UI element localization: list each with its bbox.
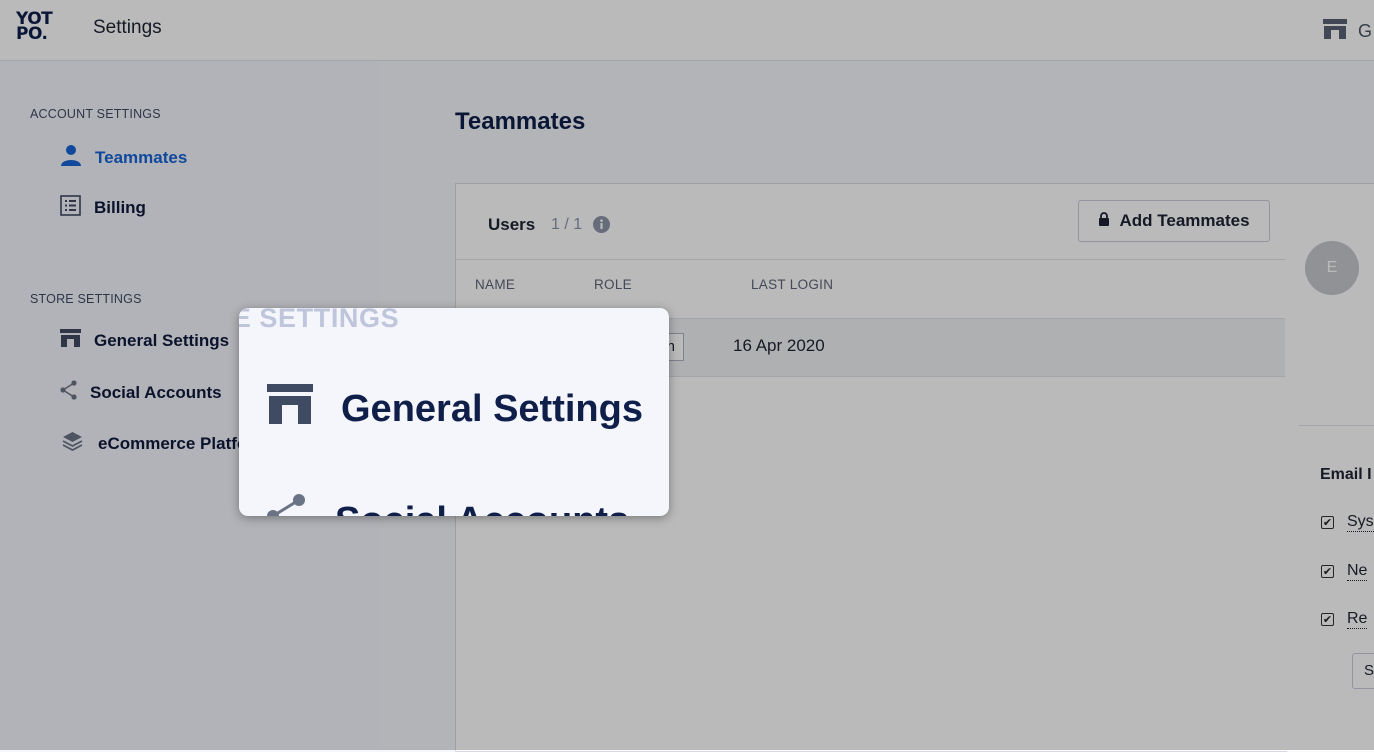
app-window: YOT PO. Settings G ACCOUNT SETTINGS Team… <box>0 0 1374 752</box>
zoom-general-settings-item[interactable]: General Settings <box>267 384 643 434</box>
zoom-item-label: General Settings <box>341 387 643 430</box>
zoom-social-accounts-item[interactable]: Social Accounts <box>267 494 629 516</box>
dim-overlay <box>0 0 1374 750</box>
share-icon <box>267 494 307 516</box>
zoom-item-label: Social Accounts <box>335 500 629 517</box>
store-icon <box>267 384 313 434</box>
zoom-callout: ORE SETTINGS General Settings Social Acc… <box>239 308 669 516</box>
zoom-store-settings-heading: ORE SETTINGS <box>239 308 400 333</box>
